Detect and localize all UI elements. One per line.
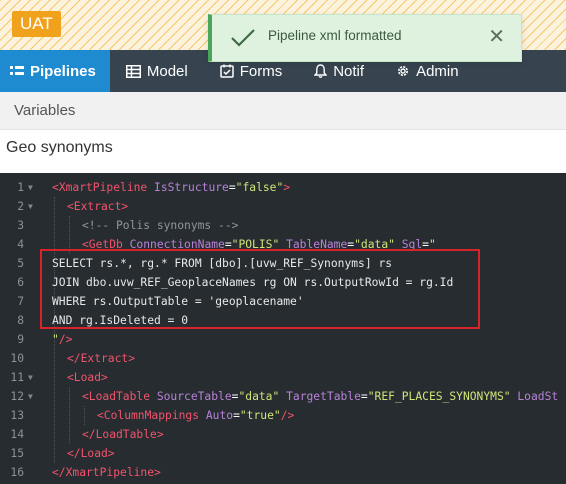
xml-attr: Auto [205,409,234,422]
line-number: 14 [10,428,24,441]
nav-item-model[interactable]: Model [110,50,204,92]
table-icon [125,64,141,78]
code-line: 11 ▼ <Load> [0,368,566,387]
nav-label-notif: Notif [333,62,365,80]
nav-label-admin: Admin [416,62,459,80]
xml-value: "true" [239,409,281,422]
variables-label: Variables [14,102,76,119]
nav-label-pipelines: Pipelines [30,62,96,80]
fold-arrow-icon[interactable]: ▼ [28,387,33,406]
nav-label-model: Model [146,62,188,80]
xml-value: " [52,333,59,346]
code-line: 6 JOIN dbo.uvw_REF_GeoplaceNames rg ON r… [0,273,566,292]
code-line: 2 ▼ <Extract> [0,197,566,216]
xml-tag: </LoadTable> [82,428,164,441]
code-line: 15 </Load> [0,444,566,463]
page-title: Geo synonyms [6,139,113,156]
xml-value: " [428,238,436,251]
line-number: 6 [17,276,24,289]
sql-text: SELECT rs.*, rg.* FROM [dbo].[uvw_REF_Sy… [52,257,393,270]
xml-equals: = [360,390,368,403]
line-number: 4 [17,238,24,251]
page-title-row: Geo synonyms [0,131,566,173]
bell-icon [314,64,328,78]
code-line: 5 SELECT rs.*, rg.* FROM [dbo].[uvw_REF_… [0,254,566,273]
code-line: 4 <GetDb ConnectionName="POLIS" TableNam… [0,235,566,254]
xml-tag: /> [58,333,73,346]
line-number: 1 [17,181,24,194]
line-number: 13 [10,409,24,422]
toast-message: Pipeline xml formatted [268,28,402,43]
xml-comment: <!-- Polis synonyms --> [82,219,239,232]
line-number: 5 [17,257,24,270]
xml-attr: SourceTable [156,390,232,403]
code-line: 14 </LoadTable> [0,425,566,444]
xml-tag: > [283,181,291,194]
xml-attr: TableName [286,238,348,251]
line-number: 10 [10,352,24,365]
xml-attr: IsStructure [154,181,229,194]
code-editor[interactable]: 1 ▼ <XmartPipeline IsStructure="false"> … [0,173,566,484]
line-number: 9 [17,333,24,346]
code-line: 12 ▼ <LoadTable SourceTable = "data" Targe… [0,387,566,406]
pipelines-icon [10,66,24,75]
xml-tag: <GetDb [82,238,123,251]
code-line: 1 ▼ <XmartPipeline IsStructure="false"> [0,178,566,197]
xml-tag: <XmartPipeline [52,181,148,194]
xml-equals: = [224,238,232,251]
xml-attr: ConnectionName [129,238,225,251]
code-line: 8 AND rg.IsDeleted = 0 [0,311,566,330]
sql-text: WHERE rs.OutputTable = 'geoplacename' [52,295,304,308]
xml-tag: /> [280,409,295,422]
xml-value: "false" [235,181,284,194]
gear-icon [398,66,409,76]
xml-tag: <LoadTable [82,390,151,403]
nav-item-pipelines[interactable]: Pipelines [0,50,110,92]
xml-tag: <Extract> [67,200,129,213]
xml-equals: = [228,181,236,194]
xml-attr: TargetTable [286,390,361,403]
sql-text: JOIN dbo.uvw_REF_GeoplaceNames rg ON rs.… [52,276,454,289]
line-number: 2 [17,200,24,213]
form-icon [219,64,234,78]
line-number: 11 [10,371,24,384]
line-number: 16 [10,466,24,479]
nav-label-forms: Forms [239,62,283,80]
sql-text: AND rg.IsDeleted = 0 [52,314,189,327]
code-line: 13 <ColumnMappings Auto="true"/> [0,406,566,425]
fold-arrow-icon[interactable]: ▼ [28,178,33,197]
code-line: 10 </Extract> [0,349,566,368]
xml-tag: </XmartPipeline> [52,466,161,479]
xml-equals: = [233,409,240,422]
xml-equals: = [422,238,429,251]
xml-value: "data" [238,390,280,403]
xml-attr: LoadSt [517,390,559,403]
xml-value: "data" [354,238,395,251]
close-icon[interactable]: ✕ [488,26,505,46]
xml-value: "REF_PLACES_SYNONYMS" [367,390,511,403]
line-number: 3 [17,219,24,232]
xml-tag: </Load> [67,447,115,460]
check-icon [231,29,255,47]
code-line: 9 "/> [0,330,566,349]
line-number: 15 [10,447,24,460]
xml-value: "POLIS" [231,238,280,251]
environment-badge: UAT [12,11,61,37]
line-number: 12 [10,390,24,403]
xml-attr: Sql [401,238,423,251]
fold-arrow-icon[interactable]: ▼ [28,197,33,216]
xml-tag: <Load> [67,371,108,384]
code-line: 16 </XmartPipeline> [0,463,566,482]
success-toast: Pipeline xml formatted ✕ [208,14,522,62]
xml-tag: </Extract> [67,352,136,365]
fold-arrow-icon[interactable]: ▼ [28,368,33,387]
xml-tag: <ColumnMappings [97,409,200,422]
code-line: 3 <!-- Polis synonyms --> [0,216,566,235]
line-number: 7 [17,295,24,308]
code-line: 7 WHERE rs.OutputTable = 'geoplacename' [0,292,566,311]
variables-header[interactable]: Variables [0,92,566,130]
line-number: 8 [17,314,24,327]
